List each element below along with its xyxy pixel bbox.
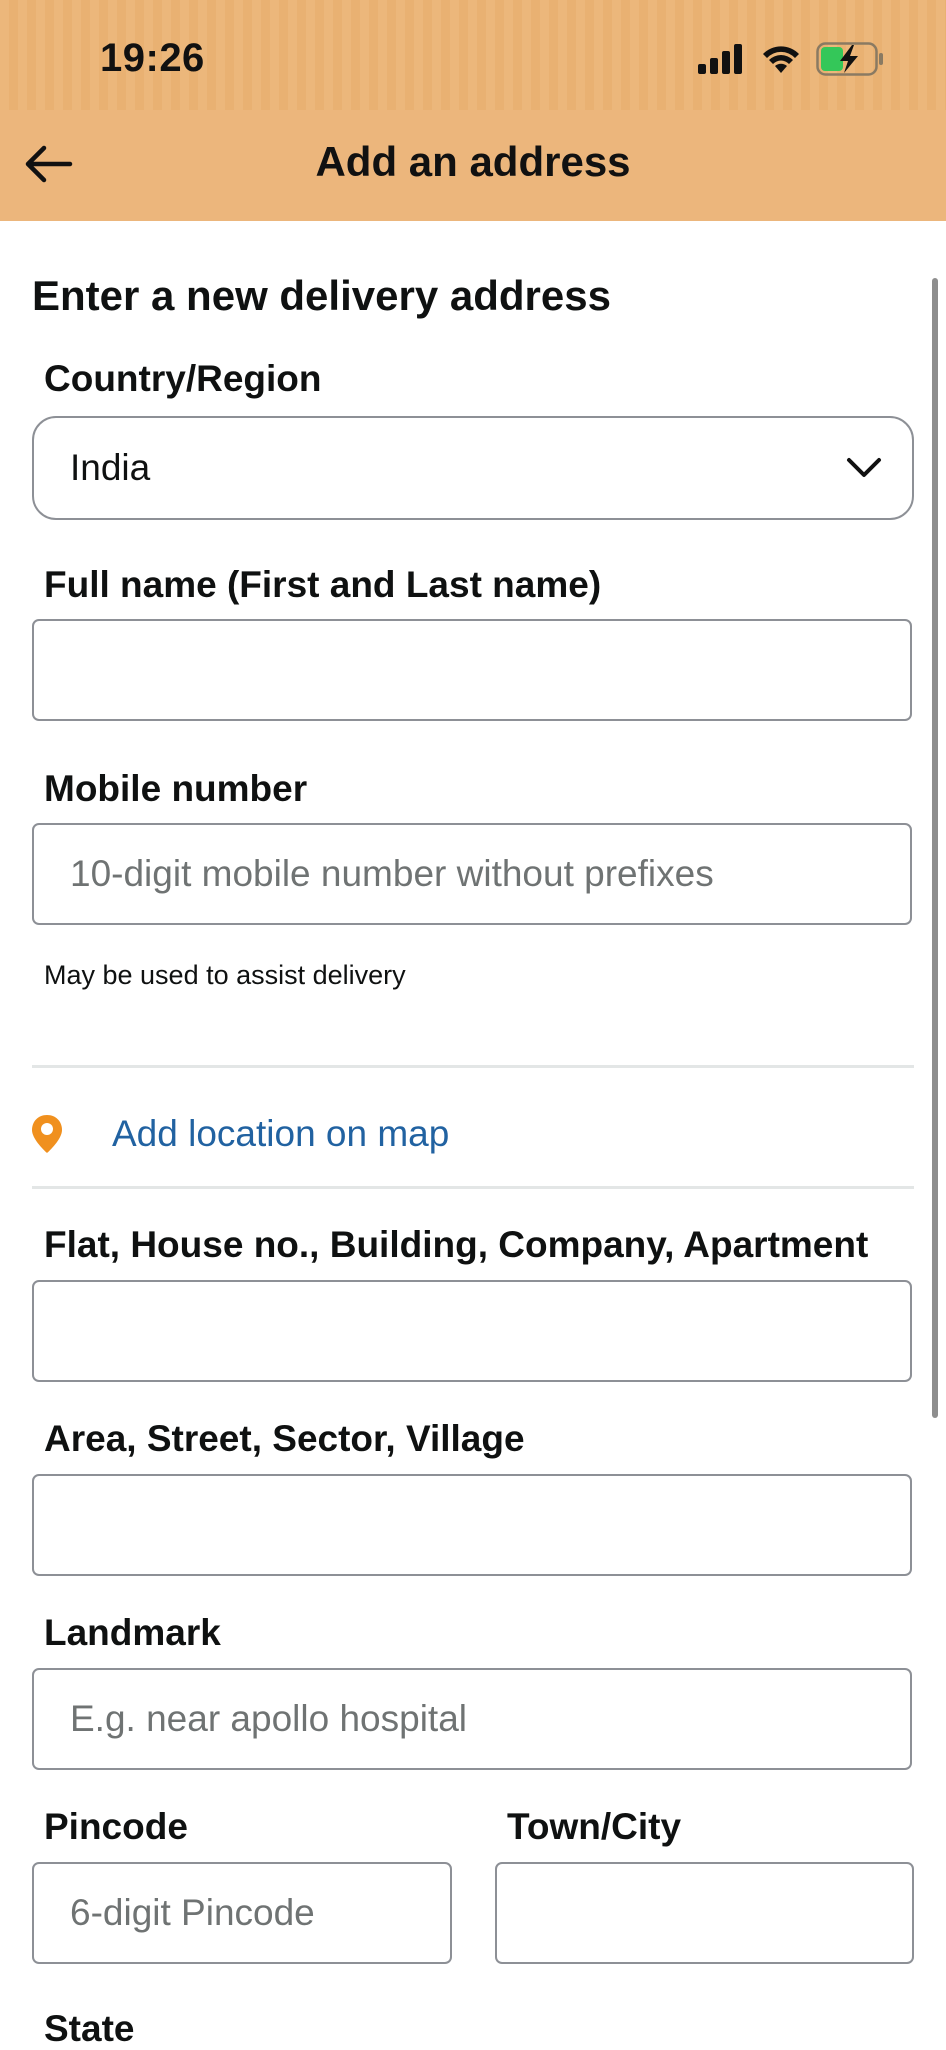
full-name-input[interactable] [34, 621, 910, 719]
state-label: State [44, 2008, 135, 2049]
city-input[interactable] [497, 1864, 912, 1962]
landmark-label: Landmark [44, 1612, 221, 1653]
wifi-icon [763, 46, 799, 73]
full-name-field[interactable] [32, 619, 912, 721]
add-location-on-map-label: Add location on map [112, 1113, 450, 1154]
signal-icon [698, 44, 742, 74]
country-select[interactable]: India [32, 416, 914, 520]
scrollbar[interactable] [932, 278, 938, 1418]
area-input[interactable] [34, 1476, 910, 1574]
flat-input[interactable] [34, 1282, 910, 1380]
app-header: 19:26 Add an address [0, 0, 946, 221]
area-label: Area, Street, Sector, Village [44, 1418, 525, 1459]
landmark-field[interactable] [32, 1668, 912, 1770]
add-location-on-map-link[interactable]: Add location on map [30, 1098, 914, 1170]
full-name-label: Full name (First and Last name) [44, 564, 602, 605]
area-field[interactable] [32, 1474, 912, 1576]
divider [32, 1065, 914, 1068]
location-pin-icon [32, 1115, 62, 1153]
mobile-input[interactable] [34, 825, 910, 923]
flat-field[interactable] [32, 1280, 912, 1382]
pincode-label: Pincode [44, 1806, 188, 1847]
status-time: 19:26 [100, 36, 205, 80]
page-title: Add an address [315, 138, 631, 185]
mobile-hint: May be used to assist delivery [44, 960, 406, 990]
pincode-input[interactable] [34, 1864, 450, 1962]
status-icons [698, 42, 884, 76]
divider [32, 1186, 914, 1189]
chevron-down-icon [847, 458, 881, 477]
country-label: Country/Region [44, 358, 322, 399]
section-title: Enter a new delivery address [32, 272, 611, 319]
mobile-field[interactable] [32, 823, 912, 925]
battery-charging-icon [816, 42, 883, 76]
flat-label: Flat, House no., Building, Company, Apar… [44, 1224, 869, 1265]
mobile-label: Mobile number [44, 768, 308, 809]
landmark-input[interactable] [34, 1670, 910, 1768]
country-value: India [70, 447, 151, 488]
city-label: Town/City [507, 1806, 682, 1847]
pincode-field[interactable] [32, 1862, 452, 1964]
city-field[interactable] [495, 1862, 914, 1964]
